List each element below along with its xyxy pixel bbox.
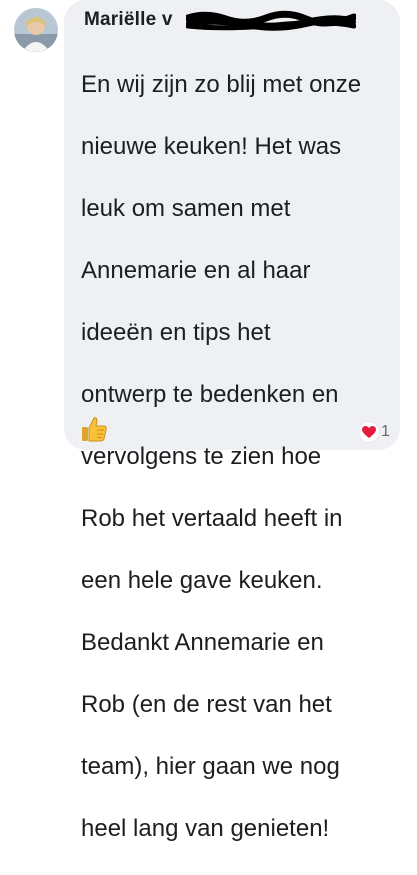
comment-line: vervolgens te zien hoe — [81, 443, 322, 470]
comment-line: Bedankt Annemarie en — [81, 629, 324, 656]
avatar-photo — [14, 8, 58, 52]
comment-line: ontwerp te bedenken en — [81, 381, 339, 408]
comment-line: Rob het vertaald heeft in — [81, 505, 343, 532]
comment-line: leuk om samen met — [81, 195, 291, 222]
comment-line: En wij zijn zo blij met onze — [81, 71, 362, 98]
comment-line: team), hier gaan we nog — [81, 753, 340, 780]
comment-line: nieuwe keuken! Het was — [81, 133, 342, 160]
comment-line: Rob (en de rest van het — [81, 691, 332, 718]
reaction-count: 1 — [381, 423, 390, 440]
heart-icon — [359, 422, 379, 442]
comment-line: een hele gave keuken. — [81, 567, 323, 594]
comment-text: En wij zijn zo blij met onze nieuwe keuk… — [81, 38, 396, 875]
thumbs-up-icon — [82, 417, 107, 442]
reaction-summary[interactable]: 1 — [359, 421, 390, 443]
comment-line: Annemarie en al haar — [81, 257, 311, 284]
redaction-scribble — [186, 10, 356, 31]
avatar[interactable] — [14, 8, 58, 52]
comment-line: heel lang van genieten! — [81, 815, 330, 842]
comment-line: ideeën en tips het — [81, 319, 271, 346]
author-name[interactable]: Mariëlle v — [84, 9, 173, 31]
